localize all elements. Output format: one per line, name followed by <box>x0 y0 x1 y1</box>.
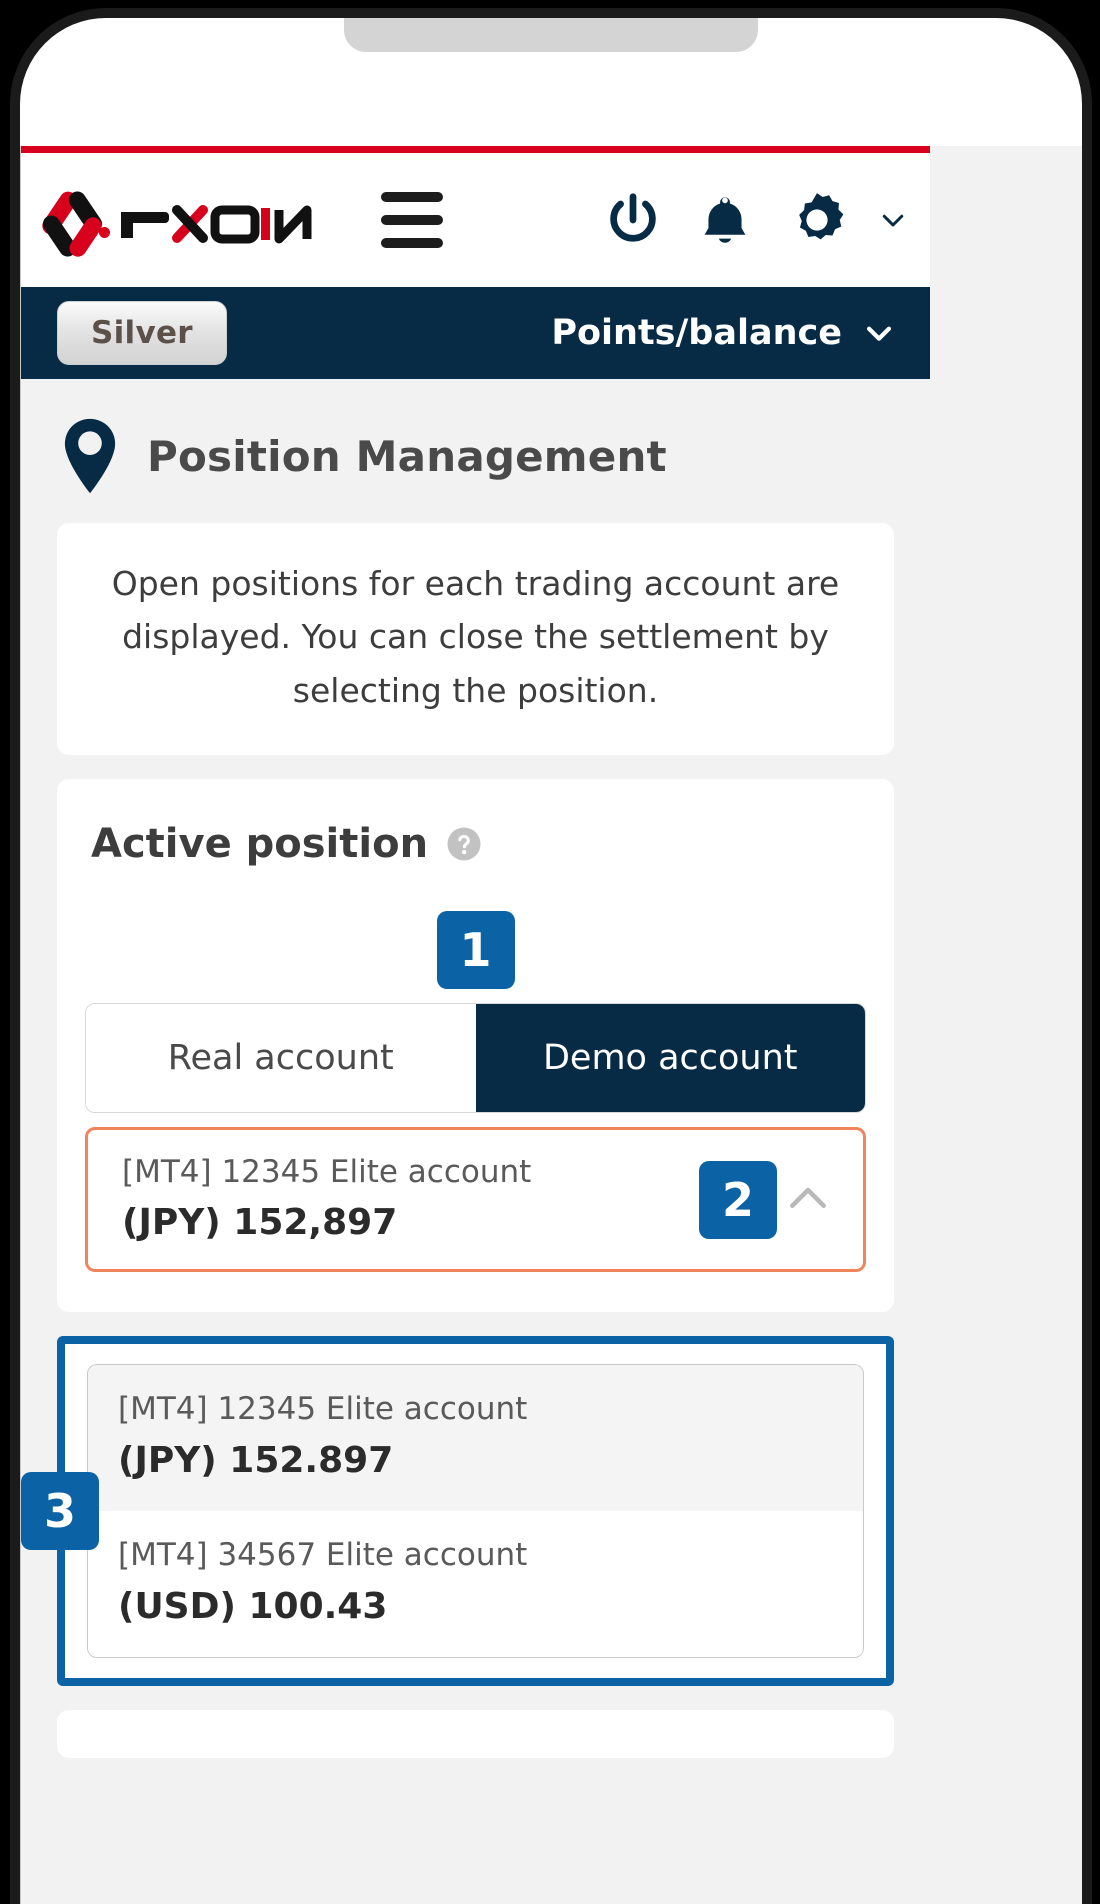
selected-account-name: [MT4] 12345 Elite account <box>122 1154 532 1191</box>
gear-icon[interactable] <box>786 189 848 251</box>
bell-icon[interactable] <box>694 189 756 251</box>
active-position-title: Active position <box>91 821 429 868</box>
step-badge-2: 2 <box>699 1160 777 1239</box>
description-card: Open positions for each trading account … <box>57 523 894 756</box>
next-card-stub <box>57 1710 894 1759</box>
dropdown-account-amount: (USD) 100.43 <box>118 1586 388 1628</box>
selected-account-right: 2 <box>699 1160 835 1239</box>
chevron-up-icon[interactable] <box>781 1172 835 1226</box>
active-position-card: Active position 1 Real account Demo acco… <box>57 779 894 1313</box>
selected-account-amount: (JPY) 152,897 <box>122 1202 398 1244</box>
points-balance-label: Points/balance <box>551 313 842 353</box>
phone-notch <box>344 18 758 52</box>
app-page: Silver Points/balance Position Managemen… <box>20 146 930 1904</box>
account-dropdown-highlight: 3 [MT4] 12345 Elite account (JPY) 152.89… <box>21 1336 894 1687</box>
selected-account-row[interactable]: [MT4] 12345 Elite account (JPY) 152,897 … <box>85 1127 866 1273</box>
dropdown-account-amount: (JPY) 152.897 <box>118 1440 394 1482</box>
fxon-x-icon <box>39 187 110 260</box>
rank-badge[interactable]: Silver <box>57 301 227 365</box>
list-item[interactable]: [MT4] 12345 Elite account (JPY) 152.897 <box>88 1365 863 1512</box>
step-badge-1: 1 <box>436 911 515 990</box>
description-text: Open positions for each trading account … <box>111 564 840 710</box>
account-type-tabs: Real account Demo account <box>85 1003 866 1114</box>
points-balance-button[interactable]: Points/balance <box>551 313 906 353</box>
header-actions <box>602 189 908 251</box>
map-pin-icon <box>64 418 116 494</box>
page-title-row: Position Management <box>21 379 930 523</box>
list-item[interactable]: [MT4] 34567 Elite account (USD) 100.43 <box>88 1511 863 1658</box>
chevron-down-icon[interactable] <box>878 205 908 235</box>
tab-demo-account[interactable]: Demo account <box>475 1004 865 1113</box>
help-circle-icon[interactable] <box>446 826 482 862</box>
dropdown-account-name: [MT4] 12345 Elite account <box>118 1391 528 1428</box>
step-badge-1-row: 1 <box>85 911 866 990</box>
selected-account-text: [MT4] 12345 Elite account (JPY) 152,897 <box>122 1154 531 1243</box>
chevron-down-icon <box>866 326 892 341</box>
brand-accent-rule <box>21 146 930 153</box>
fxon-wordmark-icon <box>121 205 312 244</box>
tab-real-account[interactable]: Real account <box>86 1004 476 1113</box>
power-icon[interactable] <box>602 189 664 251</box>
phone-body: Silver Points/balance Position Managemen… <box>10 8 1092 1904</box>
dropdown-account-name: [MT4] 34567 Elite account <box>118 1537 528 1574</box>
account-dropdown-list: [MT4] 12345 Elite account (JPY) 152.897 … <box>87 1364 864 1659</box>
step-badge-3: 3 <box>21 1472 99 1551</box>
phone-frame: Silver Points/balance Position Managemen… <box>0 0 1100 1904</box>
brand-logo[interactable] <box>39 187 327 260</box>
hamburger-icon[interactable] <box>381 192 443 248</box>
app-header <box>21 153 930 287</box>
phone-screen: Silver Points/balance Position Managemen… <box>20 146 1082 1904</box>
active-position-header: Active position <box>85 821 866 867</box>
rank-bar: Silver Points/balance <box>21 287 930 379</box>
page-title: Position Management <box>147 431 667 481</box>
